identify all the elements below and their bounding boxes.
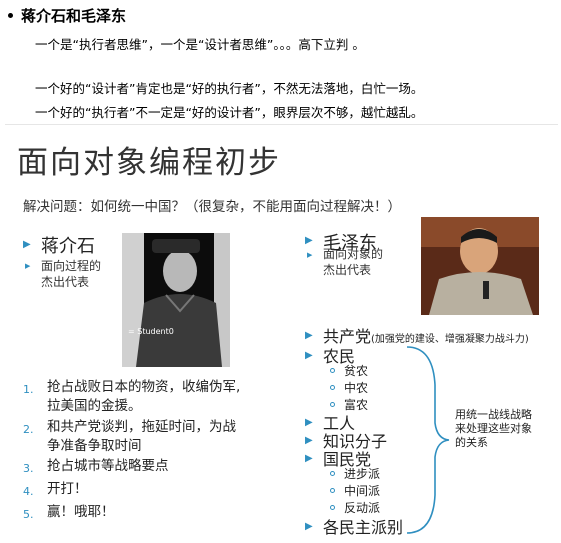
portrait-mao — [421, 217, 539, 315]
arrow-bullet-icon: ▶ — [305, 235, 313, 246]
note-line-2: 一个好的“设计者”肯定也是“好的执行者”，不然无法落地，白忙一场。 — [35, 81, 424, 96]
tree-nongmin-sub-2: 中农 — [344, 381, 369, 395]
list-num-3: 3. — [23, 462, 34, 475]
list-item-1-line-1: 抢占战败日本的物资，收编伪军, — [47, 379, 241, 395]
arrow-bullet-icon: ▶ — [23, 239, 31, 250]
slide-image: 面向对象编程初步 解决问题：如何统一中国？（很复杂，不能用面向过程解决！） ▶ … — [5, 124, 558, 540]
arrow-bullet-icon: ▶ — [25, 262, 31, 270]
list-item-5: 赢！哦耶！ — [47, 504, 115, 520]
slide-subtitle: 解决问题：如何统一中国？（很复杂，不能用面向过程解决！） — [23, 199, 401, 215]
tree-minzhu: 各民主派别 — [323, 518, 404, 537]
note-title: 蒋介石和毛泽东 — [6, 5, 126, 26]
tree-gmd-sub-2: 中间派 — [344, 484, 381, 498]
arrow-bullet-icon: ▶ — [305, 453, 313, 464]
left-desc-2: 杰出代表 — [41, 275, 90, 289]
list-item-1-line-2: 拉美国的金援。 — [47, 398, 142, 414]
circle-bullet-icon — [330, 368, 335, 373]
right-desc-1: 面向对象的 — [323, 247, 384, 261]
photo-label: = Student0 — [128, 327, 174, 336]
list-item-4: 开打！ — [47, 481, 88, 497]
note-line-3: 一个好的“执行者”不一定是“好的设计者”，眼界层次不够，越忙越乱。 — [35, 105, 424, 120]
bullet-icon — [8, 12, 13, 18]
circle-bullet-icon — [330, 488, 335, 493]
circle-bullet-icon — [330, 385, 335, 390]
arrow-bullet-icon: ▶ — [305, 350, 313, 361]
arrow-bullet-icon: ▶ — [305, 521, 313, 532]
circle-bullet-icon — [330, 402, 335, 407]
note-line-1: 一个是“执行者思维”，一个是“设计者思维”。。。高下立判 。 — [35, 37, 365, 52]
portrait-mao-drawing — [421, 217, 539, 315]
brace-note-line-2: 来处理这些对象 — [455, 422, 532, 435]
tree-gcd-note: (加强党的建设、增强凝聚力战斗力) — [371, 334, 529, 345]
portrait-chiang: = Student0 — [122, 233, 230, 367]
right-desc-2: 杰出代表 — [323, 263, 372, 277]
arrow-bullet-icon: ▶ — [305, 330, 313, 341]
list-num-4: 4. — [23, 485, 34, 498]
portrait-chiang-drawing — [122, 233, 230, 367]
circle-bullet-icon — [330, 471, 335, 476]
brace-note-line-1: 用统一战线战略 — [455, 408, 532, 421]
list-num-5: 5. — [23, 508, 34, 521]
slide-title: 面向对象编程初步 — [17, 145, 281, 181]
list-num-2: 2. — [23, 423, 34, 436]
list-item-3: 抢占城市等战略要点 — [47, 458, 169, 474]
arrow-bullet-icon: ▶ — [305, 417, 313, 428]
arrow-bullet-icon: ▶ — [307, 251, 313, 259]
brace-note: 用统一战线战略 来处理这些对象 的关系 — [455, 408, 532, 450]
note-title-text: 蒋介石和毛泽东 — [21, 7, 127, 25]
list-num-1: 1. — [23, 383, 34, 396]
list-item-2-line-2: 争准备争取时间 — [47, 438, 142, 454]
arrow-bullet-icon: ▶ — [305, 435, 313, 446]
circle-bullet-icon — [330, 505, 335, 510]
left-desc-1: 面向过程的 — [41, 259, 102, 273]
list-item-2-line-1: 和共产党谈判，拖延时间，为战 — [47, 419, 236, 435]
left-name: 蒋介石 — [41, 236, 95, 257]
tree-nongmin-sub-1: 贫农 — [344, 364, 369, 378]
brace-note-line-3: 的关系 — [455, 436, 488, 449]
brace-icon — [406, 346, 450, 534]
tree-gmd-sub-1: 进步派 — [344, 467, 381, 481]
